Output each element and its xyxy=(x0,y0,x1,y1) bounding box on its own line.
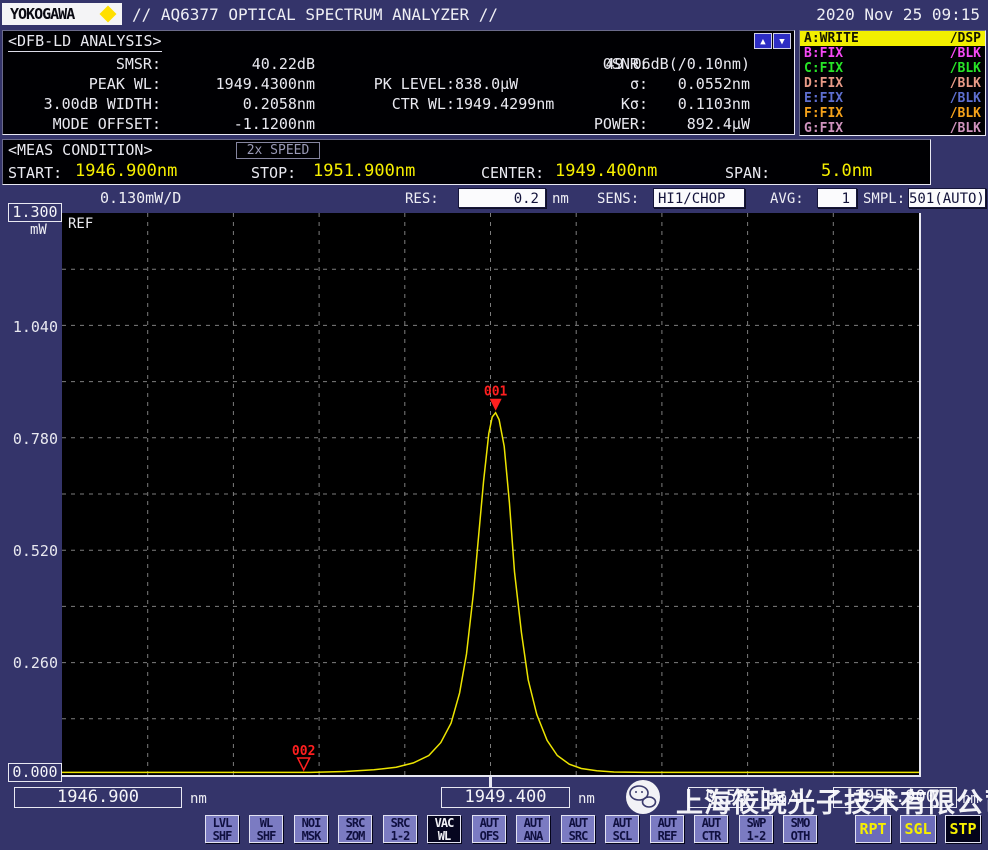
plot-area: 001 002 xyxy=(62,213,921,777)
span-label: SPAN: xyxy=(725,164,770,182)
res-label: RES: xyxy=(405,191,439,207)
bottom-level-box[interactable]: 0.000 xyxy=(8,763,62,782)
window-title: // AQ6377 OPTICAL SPECTRUM ANALYZER // xyxy=(132,5,498,24)
width-3db-label: 3.00dB WIDTH: xyxy=(11,95,161,113)
trace-name: B:FIX xyxy=(804,46,843,61)
smpl-label: SMPL: xyxy=(863,191,905,207)
center-label: CENTER: xyxy=(481,164,544,182)
trace-mode: /BLK xyxy=(950,91,981,106)
trace-mode: /BLK xyxy=(950,46,981,61)
y-tick-0780: 0.780 xyxy=(8,430,58,448)
trace-mode: /BLK xyxy=(950,106,981,121)
menu-button-vac-wl[interactable]: VACWL xyxy=(427,815,461,843)
osnr-value: 49.06dB(/0.10nm) xyxy=(603,55,750,73)
marker-001-triangle xyxy=(490,399,502,411)
trace-row-c[interactable]: C:FIX/BLK xyxy=(800,61,985,76)
menu-button-aut-ofs[interactable]: AUTOFS xyxy=(472,815,506,843)
peak-wl-value: 1949.4300nm xyxy=(167,75,315,93)
menu-button-aut-scl[interactable]: AUTSCL xyxy=(605,815,639,843)
speed-badge: 2x SPEED xyxy=(236,142,320,159)
x-center-box[interactable]: 1949.400 xyxy=(441,787,570,808)
pk-level-label: PK LEVEL: xyxy=(333,75,455,93)
dfb-ld-analysis-panel: <DFB-LD ANALYSIS> SMSR: 40.22dB PEAK WL:… xyxy=(2,30,795,135)
center-value[interactable]: 1949.400nm xyxy=(555,161,657,181)
wechat-icon xyxy=(622,777,668,817)
ref-marker-label: REF xyxy=(68,216,93,232)
smsr-label: SMSR: xyxy=(11,55,161,73)
yokogawa-logo-text: YOKOGAWA xyxy=(10,3,74,25)
ksigma-value: 0.1103nm xyxy=(603,95,750,113)
menu-button-noi-msk[interactable]: NOIMSK xyxy=(294,815,328,843)
sigma-value: 0.0552nm xyxy=(603,75,750,93)
level-scale[interactable]: 0.130mW/D xyxy=(100,189,181,207)
x-start-unit: nm xyxy=(190,791,207,807)
meas-header: <MEAS CONDITION> xyxy=(8,141,153,159)
stop-label: STOP: xyxy=(251,164,296,182)
marker-002-triangle xyxy=(298,758,310,770)
y-tick-1040: 1.040 xyxy=(8,318,58,336)
trace-rows: A:WRITE/DSPB:FIX/BLKC:FIX/BLKD:FIX/BLKE:… xyxy=(800,31,985,136)
yokogawa-logo: YOKOGAWA xyxy=(2,3,122,25)
menu-button-src-1-2[interactable]: SRC1-2 xyxy=(383,815,417,843)
width-3db-value: 0.2058nm xyxy=(167,95,315,113)
meas-condition-panel: <MEAS CONDITION> 2x SPEED START: 1946.90… xyxy=(2,139,931,185)
menu-button-aut-src[interactable]: AUTSRC xyxy=(561,815,595,843)
ref-level-box[interactable]: 1.300 xyxy=(8,203,62,222)
trace-mode: /BLK xyxy=(950,121,981,136)
start-value[interactable]: 1946.900nm xyxy=(75,161,177,181)
trace-name: G:FIX xyxy=(804,121,843,136)
res-field[interactable]: 0.2 xyxy=(458,188,546,208)
peak-wl-label: PEAK WL: xyxy=(11,75,161,93)
trace-row-e[interactable]: E:FIX/BLK xyxy=(800,91,985,106)
watermark-text: 上海筱晓光子技术有限公司 xyxy=(676,781,988,820)
x-center-unit: nm xyxy=(578,791,595,807)
x-start-box[interactable]: 1946.900 xyxy=(14,787,182,808)
res-unit: nm xyxy=(552,191,569,207)
mode-offset-label: MODE OFFSET: xyxy=(11,115,161,133)
trace-name: F:FIX xyxy=(804,106,843,121)
menu-button-src-zom[interactable]: SRCZOM xyxy=(338,815,372,843)
trace-status-panel: A:WRITE/DSPB:FIX/BLKC:FIX/BLKD:FIX/BLKE:… xyxy=(799,30,986,136)
trace-row-a[interactable]: A:WRITE/DSP xyxy=(800,31,985,46)
scroll-up-button[interactable]: ▲ xyxy=(754,33,772,49)
marker-002-label: 002 xyxy=(292,744,315,759)
smpl-field[interactable]: 501(AUTO) xyxy=(908,188,986,208)
avg-field[interactable]: 1 xyxy=(817,188,857,208)
y-tick-0260: 0.260 xyxy=(8,654,58,672)
trace-name: D:FIX xyxy=(804,76,843,91)
ctr-wl-label: CTR WL: xyxy=(333,95,455,113)
menu-button-lvl-shf[interactable]: LVLSHF xyxy=(205,815,239,843)
span-value[interactable]: 5.0nm xyxy=(821,161,872,181)
sens-label: SENS: xyxy=(597,191,639,207)
trace-mode: /BLK xyxy=(950,61,981,76)
trace-name: C:FIX xyxy=(804,61,843,76)
trace-mode: /DSP xyxy=(950,31,981,46)
start-label: START: xyxy=(8,164,62,182)
mode-offset-value: -1.1200nm xyxy=(167,115,315,133)
trace-mode: /BLK xyxy=(950,76,981,91)
trace-row-g[interactable]: G:FIX/BLK xyxy=(800,121,985,136)
y-unit: mW xyxy=(30,222,47,238)
scroll-down-button[interactable]: ▼ xyxy=(773,33,791,49)
menu-button-wl-shf[interactable]: WLSHF xyxy=(249,815,283,843)
trace-name: E:FIX xyxy=(804,91,843,106)
yokogawa-diamond-icon xyxy=(100,6,117,23)
trace-row-d[interactable]: D:FIX/BLK xyxy=(800,76,985,91)
menu-button-aut-ana[interactable]: AUTANA xyxy=(516,815,550,843)
sens-field[interactable]: HI1/CHOP xyxy=(653,188,745,208)
power-value: 892.4µW xyxy=(603,115,750,133)
stop-value[interactable]: 1951.900nm xyxy=(313,161,415,181)
trace-name: A:WRITE xyxy=(804,31,859,46)
spectrum-chart: 001 002 xyxy=(62,213,919,775)
analysis-header: <DFB-LD ANALYSIS> xyxy=(8,32,162,52)
marker-001-label: 001 xyxy=(484,385,508,400)
avg-label: AVG: xyxy=(770,191,804,207)
trace-row-f[interactable]: F:FIX/BLK xyxy=(800,106,985,121)
y-tick-0520: 0.520 xyxy=(8,542,58,560)
datetime: 2020 Nov 25 09:15 xyxy=(816,5,980,24)
center-axis-tick xyxy=(489,775,492,787)
smsr-value: 40.22dB xyxy=(167,55,315,73)
trace-row-b[interactable]: B:FIX/BLK xyxy=(800,46,985,61)
